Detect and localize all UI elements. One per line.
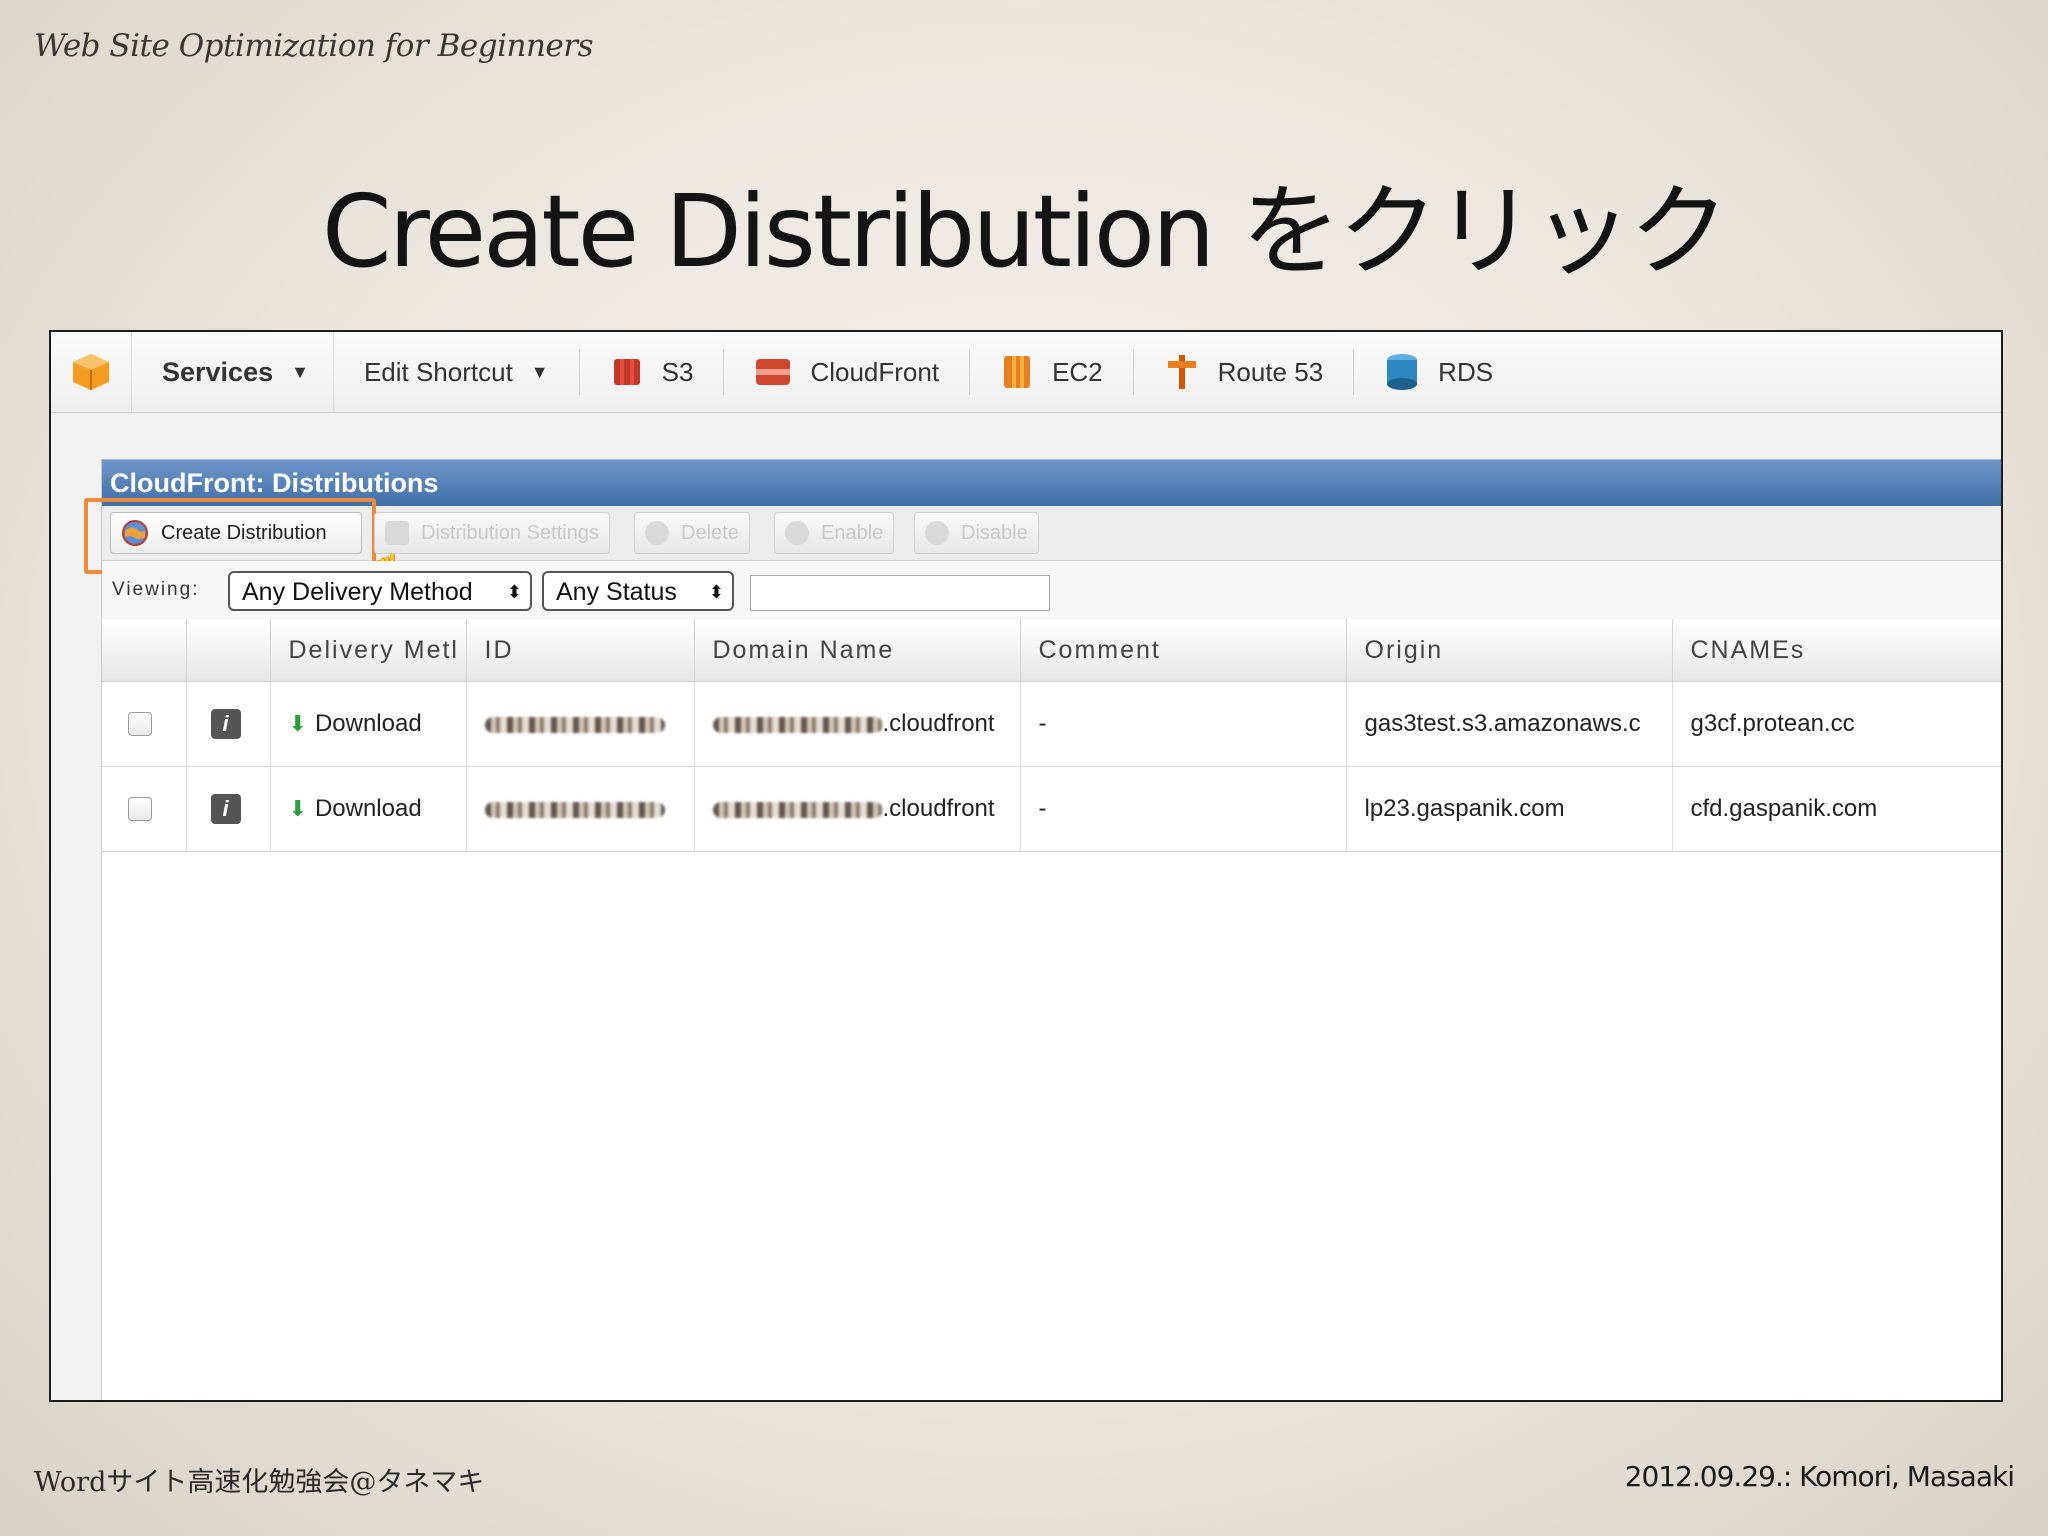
rds-icon bbox=[1384, 352, 1420, 392]
row-info-cell: i bbox=[186, 766, 271, 852]
cnames-cell: cfd.gaspanik.com bbox=[1672, 766, 2001, 852]
route53-icon bbox=[1164, 353, 1200, 391]
cnames-cell: g3cf.protean.cc bbox=[1672, 681, 2001, 767]
enable-icon bbox=[785, 521, 809, 545]
top-navigation: Services ▼ Edit Shortcut ▼ S3 CloudFront… bbox=[51, 332, 2001, 413]
disable-label: Disable bbox=[961, 521, 1028, 544]
panel-title: CloudFront: Distributions bbox=[102, 459, 2001, 506]
column-header-origin[interactable]: Origin bbox=[1346, 619, 1673, 682]
chevron-down-icon: ▼ bbox=[530, 361, 549, 382]
delete-icon bbox=[645, 521, 669, 545]
disable-button[interactable]: Disable bbox=[914, 512, 1039, 554]
row-checkbox[interactable] bbox=[128, 712, 152, 736]
slide-title: Create Distribution をクリック bbox=[321, 173, 1729, 290]
column-header-delivery-method[interactable]: Delivery Metl bbox=[270, 619, 467, 682]
download-icon: ⬇ bbox=[288, 711, 307, 736]
delivery-method-select[interactable]: Any Delivery Method ⬍ bbox=[228, 571, 532, 611]
info-icon bbox=[385, 521, 409, 545]
chevron-down-icon: ▼ bbox=[291, 361, 309, 382]
table-row[interactable]: i ⬇ Download .cloudfront - gas3test.s3.am… bbox=[102, 681, 2001, 767]
delete-button[interactable]: Delete bbox=[634, 512, 750, 554]
distributions-table: Delivery Metl ID Domain Name Comment Ori… bbox=[102, 619, 2001, 852]
shortcut-s3[interactable]: S3 bbox=[580, 349, 725, 395]
enable-label: Enable bbox=[821, 521, 884, 544]
status-value: Any Status bbox=[556, 578, 677, 606]
origin-cell: gas3test.s3.amazonaws.c bbox=[1346, 681, 1673, 767]
redacted-domain bbox=[712, 716, 883, 733]
cloudfront-icon bbox=[754, 355, 792, 389]
id-cell bbox=[466, 681, 695, 767]
download-icon: ⬇ bbox=[288, 796, 307, 821]
column-header-cnames[interactable]: CNAMEs bbox=[1672, 619, 2001, 682]
aws-logo-icon[interactable] bbox=[51, 332, 132, 412]
domain-name-cell: .cloudfront bbox=[694, 681, 1021, 767]
distribution-settings-button[interactable]: Distribution Settings bbox=[374, 512, 610, 554]
edit-shortcut-menu[interactable]: Edit Shortcut ▼ bbox=[334, 349, 580, 395]
delivery-method-value: Any Delivery Method bbox=[242, 578, 473, 606]
select-column-header bbox=[102, 619, 187, 682]
route53-label: Route 53 bbox=[1217, 356, 1324, 387]
ec2-icon bbox=[1000, 354, 1034, 390]
distributions-panel: CloudFront: Distributions Create Distrib… bbox=[84, 459, 2001, 1400]
domain-suffix: .cloudfront bbox=[882, 795, 995, 822]
select-arrows-icon: ⬍ bbox=[506, 582, 522, 602]
info-column-header bbox=[186, 619, 271, 682]
delivery-method-text: Download bbox=[314, 795, 422, 822]
shortcut-route53[interactable]: Route 53 bbox=[1134, 349, 1355, 395]
domain-suffix: .cloudfront bbox=[882, 710, 995, 737]
edit-shortcut-label: Edit Shortcut bbox=[363, 356, 513, 387]
services-label: Services bbox=[162, 356, 274, 387]
shortcut-cloudfront[interactable]: CloudFront bbox=[724, 349, 971, 395]
comment-cell: - bbox=[1020, 681, 1347, 767]
row-checkbox-cell bbox=[102, 681, 187, 767]
comment-cell: - bbox=[1020, 766, 1347, 852]
services-menu[interactable]: Services ▼ bbox=[132, 332, 334, 412]
footer-date-author: 2012.09.29.: Komori, Masaaki bbox=[1624, 1460, 2015, 1493]
redacted-domain bbox=[712, 801, 883, 818]
info-icon[interactable]: i bbox=[210, 709, 241, 739]
table-row[interactable]: i ⬇ Download .cloudfront - lp23.gaspanik.… bbox=[102, 766, 2001, 852]
search-input[interactable] bbox=[750, 575, 1050, 611]
s3-icon bbox=[610, 355, 644, 389]
disable-icon bbox=[925, 521, 949, 545]
cloudfront-label: CloudFront bbox=[810, 356, 940, 387]
select-arrows-icon: ⬍ bbox=[708, 582, 724, 602]
shortcut-ec2[interactable]: EC2 bbox=[970, 349, 1134, 395]
row-checkbox-cell bbox=[102, 766, 187, 852]
origin-cell: lp23.gaspanik.com bbox=[1346, 766, 1673, 852]
info-icon[interactable]: i bbox=[210, 794, 241, 824]
ec2-label: EC2 bbox=[1052, 356, 1103, 387]
shortcut-rds[interactable]: RDS bbox=[1354, 349, 1523, 395]
distribution-settings-label: Distribution Settings bbox=[421, 521, 599, 544]
rds-label: RDS bbox=[1438, 356, 1494, 387]
content-area: CloudFront: Distributions Create Distrib… bbox=[51, 413, 2001, 1400]
column-header-id[interactable]: ID bbox=[466, 619, 695, 682]
toolbar: Create Distribution ☝ Distribution Setti… bbox=[84, 498, 2001, 580]
row-checkbox[interactable] bbox=[128, 797, 152, 821]
delivery-method-text: Download bbox=[314, 710, 422, 737]
column-header-comment[interactable]: Comment bbox=[1020, 619, 1347, 682]
delivery-method-cell: ⬇ Download bbox=[270, 681, 467, 767]
redacted-id bbox=[484, 716, 665, 733]
slide-header: Web Site Optimization for Beginners bbox=[34, 28, 594, 64]
table-header-row: Delivery Metl ID Domain Name Comment Ori… bbox=[102, 619, 2001, 682]
redacted-id bbox=[484, 801, 665, 818]
row-info-cell: i bbox=[186, 681, 271, 767]
aws-console-screenshot: Services ▼ Edit Shortcut ▼ S3 CloudFront… bbox=[49, 330, 2003, 1402]
status-select[interactable]: Any Status ⬍ bbox=[542, 571, 734, 611]
id-cell bbox=[466, 766, 695, 852]
enable-button[interactable]: Enable bbox=[774, 512, 895, 554]
s3-label: S3 bbox=[661, 356, 694, 387]
delivery-method-cell: ⬇ Download bbox=[270, 766, 467, 852]
filter-row: Viewing: Any Delivery Method ⬍ Any Statu… bbox=[102, 561, 2001, 619]
column-header-domain-name[interactable]: Domain Name bbox=[694, 619, 1021, 682]
footer-event: Wordサイト高速化勉強会@タネマキ bbox=[34, 1467, 485, 1498]
domain-name-cell: .cloudfront bbox=[694, 766, 1021, 852]
delete-label: Delete bbox=[681, 521, 739, 544]
viewing-label: Viewing: bbox=[112, 579, 200, 600]
